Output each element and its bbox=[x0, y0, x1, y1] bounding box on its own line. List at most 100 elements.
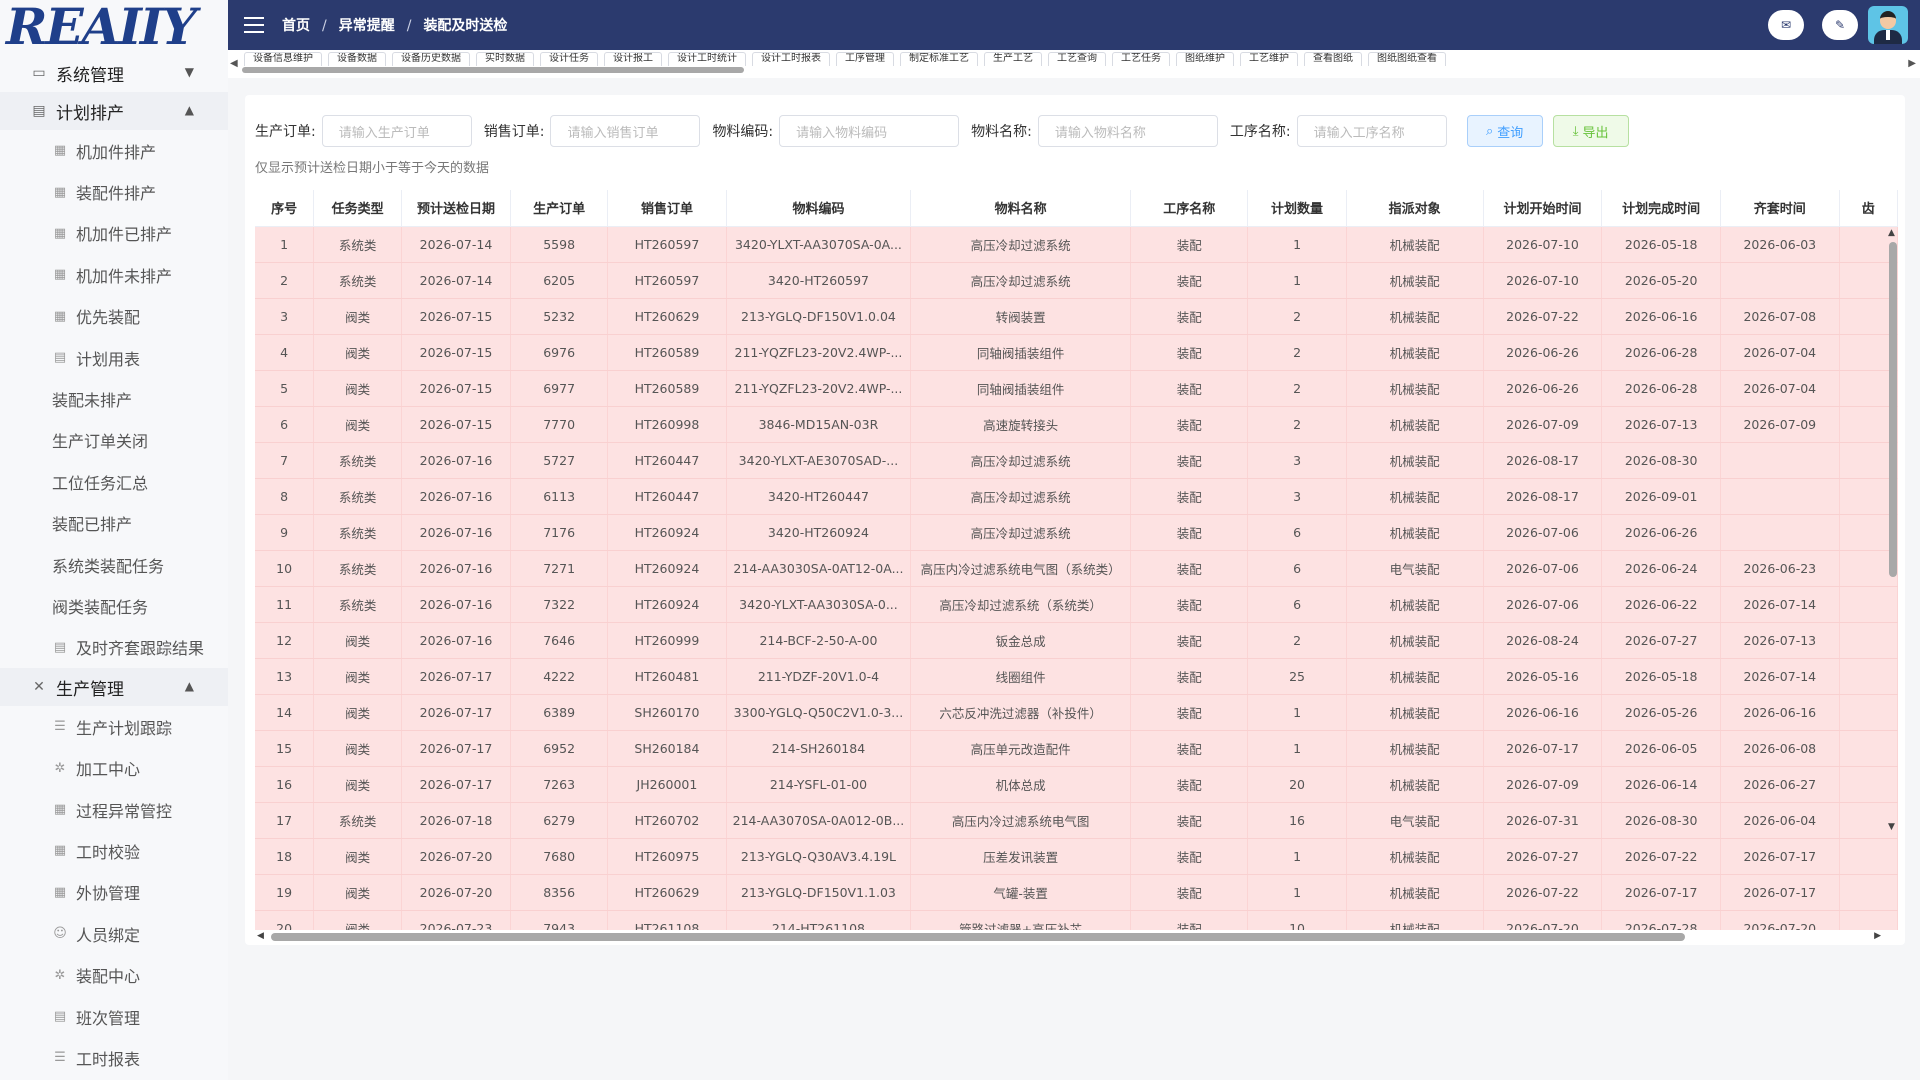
menu-toggle-icon[interactable] bbox=[244, 17, 264, 33]
sidebar-item[interactable]: ▦ 外协管理 bbox=[0, 872, 228, 913]
sidebar-item[interactable]: 阀类装配任务 bbox=[0, 585, 228, 626]
table-row[interactable]: 17 系统类 2026-07-18 6279 HT260702 214-AA3070SA-… bbox=[255, 802, 1898, 839]
sidebar-item[interactable]: ▤ 班次管理 bbox=[0, 996, 228, 1037]
table-row[interactable]: 13 阀类 2026-07-17 4222 HT260481 211-YDZF-20V1.… bbox=[255, 658, 1898, 695]
column-header[interactable]: 预计送检日期 bbox=[401, 190, 511, 227]
sidebar-item[interactable]: 生产订单关闭 bbox=[0, 420, 228, 461]
sidebar-item[interactable]: ▦ 机加件未排产 bbox=[0, 254, 228, 295]
sidebar-item[interactable]: 系统类装配任务 bbox=[0, 544, 228, 585]
table-row[interactable]: 5 阀类 2026-07-15 6977 HT260589 211-YQZFL23-20V… bbox=[255, 370, 1898, 407]
sidebar-item[interactable]: 装配已排产 bbox=[0, 503, 228, 544]
sidebar-group-1[interactable]: ▤ 计划排产 ▲ bbox=[0, 92, 228, 130]
tab[interactable]: 工艺查询 bbox=[1048, 52, 1106, 66]
material-code-input[interactable]: 请输入物料编码 bbox=[779, 115, 960, 147]
scroll-left-icon[interactable]: ◀ bbox=[257, 931, 264, 941]
tab[interactable]: 设备数据 bbox=[328, 52, 386, 66]
sidebar-item[interactable]: 工位任务汇总 bbox=[0, 461, 228, 502]
material-name-input[interactable]: 请输入物料名称 bbox=[1037, 115, 1218, 147]
tab[interactable]: 工序管理 bbox=[836, 52, 894, 66]
column-header[interactable]: 齐套时间 bbox=[1720, 190, 1840, 227]
query-button[interactable]: ⌕ 查询 bbox=[1466, 115, 1543, 147]
scroll-up-icon[interactable]: ▲ bbox=[1888, 228, 1895, 238]
scroll-down-icon[interactable]: ▼ bbox=[1888, 822, 1895, 832]
table-row[interactable]: 7 系统类 2026-07-16 5727 HT260447 3420-YLXT-AE30… bbox=[255, 442, 1898, 479]
sidebar-item[interactable]: ▤ 计划用表 bbox=[0, 337, 228, 378]
table-vertical-scrollbar[interactable]: ▲ ▼ bbox=[1888, 228, 1897, 832]
table-row[interactable]: 12 阀类 2026-07-16 7646 HT260999 214-BCF-2-50-A… bbox=[255, 622, 1898, 659]
table-row[interactable]: 15 阀类 2026-07-17 6952 SH260184 214-SH260184 高压… bbox=[255, 730, 1898, 767]
tab[interactable]: 设备历史数据 bbox=[392, 52, 470, 66]
table-row[interactable]: 14 阀类 2026-07-17 6389 SH260170 3300-YGLQ-Q50C… bbox=[255, 694, 1898, 731]
sidebar-item[interactable]: ▦ 机加件排产 bbox=[0, 130, 228, 171]
tab[interactable]: 设计任务 bbox=[540, 52, 598, 66]
mail-icon[interactable]: ✉ bbox=[1768, 10, 1804, 40]
sidebar-item[interactable]: ☰ 工时报表 bbox=[0, 1037, 228, 1078]
column-header[interactable]: 指派对象 bbox=[1346, 190, 1484, 227]
scroll-right-icon[interactable]: ▶ bbox=[1874, 931, 1881, 941]
tab[interactable]: 图纸维护 bbox=[1176, 52, 1234, 66]
tab[interactable]: 查看图纸 bbox=[1304, 52, 1362, 66]
tabs-scrollbar[interactable] bbox=[242, 67, 744, 73]
table-cell: 2 bbox=[1247, 298, 1347, 335]
column-header[interactable]: 工序名称 bbox=[1130, 190, 1249, 227]
sidebar-item[interactable]: ✲ 装配中心 bbox=[0, 954, 228, 995]
sidebar-item[interactable]: ✲ 加工中心 bbox=[0, 747, 228, 788]
sidebar-item[interactable]: ▦ 工时校验 bbox=[0, 830, 228, 871]
table-row[interactable]: 16 阀类 2026-07-17 7263 JH260001 214-YSFL-01-00… bbox=[255, 766, 1898, 803]
column-header[interactable]: 计划数量 bbox=[1247, 190, 1347, 227]
column-header[interactable]: 物料名称 bbox=[910, 190, 1131, 227]
table-row[interactable]: 9 系统类 2026-07-16 7176 HT260924 3420-HT260924 高… bbox=[255, 514, 1898, 551]
breadcrumb-home[interactable]: 首页 bbox=[282, 18, 310, 34]
tab[interactable]: 图纸图纸查看 bbox=[1368, 52, 1446, 66]
tabs-scroll-right-icon[interactable]: ▶ bbox=[1908, 58, 1916, 69]
export-button[interactable]: ⤓ 导出 bbox=[1552, 115, 1629, 147]
table-row[interactable]: 11 系统类 2026-07-16 7322 HT260924 3420-YLXT-AA3… bbox=[255, 586, 1898, 623]
tab[interactable]: 工艺任务 bbox=[1112, 52, 1170, 66]
tab[interactable]: 设计报工 bbox=[604, 52, 662, 66]
table-row[interactable]: 2 系统类 2026-07-14 6205 HT260597 3420-HT260597 高… bbox=[255, 262, 1898, 299]
tab[interactable]: 设计工时报表 bbox=[752, 52, 830, 66]
sidebar-item[interactable]: ▦ 优先装配 bbox=[0, 296, 228, 337]
column-header[interactable]: 销售订单 bbox=[607, 190, 727, 227]
column-header[interactable]: 生产订单 bbox=[510, 190, 609, 227]
tab[interactable]: 工艺维护 bbox=[1240, 52, 1298, 66]
sidebar-item[interactable]: 装配未排产 bbox=[0, 378, 228, 419]
column-header[interactable]: 物料编码 bbox=[726, 190, 912, 227]
tabs-scroll-left-icon[interactable]: ◀ bbox=[230, 58, 238, 69]
column-header[interactable]: 计划开始时间 bbox=[1483, 190, 1603, 227]
table-row[interactable]: 10 系统类 2026-07-16 7271 HT260924 214-AA3030SA-… bbox=[255, 550, 1898, 587]
sidebar-item[interactable]: ☺ 人员绑定 bbox=[0, 913, 228, 954]
table-horizontal-scrollbar[interactable]: ◀ ▶ bbox=[255, 931, 1881, 941]
table-row[interactable]: 20 阀类 2026-07-23 7943 HT261108 214-HT261108 管路… bbox=[255, 910, 1898, 930]
sidebar-item[interactable]: ▦ 机加件已排产 bbox=[0, 213, 228, 254]
table-row[interactable]: 6 阀类 2026-07-15 7770 HT260998 3846-MD15AN-03R… bbox=[255, 406, 1898, 443]
tab[interactable]: 设计工时统计 bbox=[668, 52, 746, 66]
column-header[interactable]: 序号 bbox=[255, 190, 315, 227]
column-header[interactable]: 任务类型 bbox=[313, 190, 402, 227]
column-header[interactable]: 计划完成时间 bbox=[1601, 190, 1721, 227]
process-name-input[interactable]: 请输入工序名称 bbox=[1296, 115, 1447, 147]
tab[interactable]: 实时数据 bbox=[476, 52, 534, 66]
sidebar-item[interactable]: ▤ 及时齐套跟踪结果 bbox=[0, 627, 228, 668]
table-row[interactable]: 1 系统类 2026-07-14 5598 HT260597 3420-YLXT-AA30… bbox=[255, 226, 1898, 263]
sidebar-item[interactable]: ▦ 装配件排产 bbox=[0, 171, 228, 212]
sidebar-item[interactable]: ☰ 生产计划跟踪 bbox=[0, 706, 228, 747]
sidebar-item[interactable]: ▦ 过程异常管控 bbox=[0, 789, 228, 830]
column-header[interactable]: 齿 bbox=[1839, 190, 1898, 227]
edit-icon[interactable]: ✎ bbox=[1822, 10, 1858, 40]
table-row[interactable]: 19 阀类 2026-07-20 8356 HT260629 213-YGLQ-DF150… bbox=[255, 874, 1898, 911]
tab[interactable]: 制定标准工艺 bbox=[900, 52, 978, 66]
breadcrumb-exception[interactable]: 异常提醒 bbox=[339, 18, 395, 34]
tab[interactable]: 生产工艺 bbox=[984, 52, 1042, 66]
tab[interactable]: 设备信息维护 bbox=[244, 52, 322, 66]
avatar[interactable] bbox=[1868, 6, 1908, 44]
table-row[interactable]: 3 阀类 2026-07-15 5232 HT260629 213-YGLQ-DF150V… bbox=[255, 298, 1898, 335]
table-row[interactable]: 4 阀类 2026-07-15 6976 HT260589 211-YQZFL23-20V… bbox=[255, 334, 1898, 371]
table-row[interactable]: 18 阀类 2026-07-20 7680 HT260975 213-YGLQ-Q30AV… bbox=[255, 838, 1898, 875]
table-cell: 2026-06-03 bbox=[1720, 226, 1840, 263]
sales-order-input[interactable]: 请输入销售订单 bbox=[550, 115, 701, 147]
production-order-input[interactable]: 请输入生产订单 bbox=[321, 115, 472, 147]
table-row[interactable]: 8 系统类 2026-07-16 6113 HT260447 3420-HT260447 高… bbox=[255, 478, 1898, 515]
sidebar-group-0[interactable]: ▭ 系统管理 ▼ bbox=[0, 54, 228, 92]
sidebar-group-2[interactable]: ✕ 生产管理 ▲ bbox=[0, 668, 228, 707]
